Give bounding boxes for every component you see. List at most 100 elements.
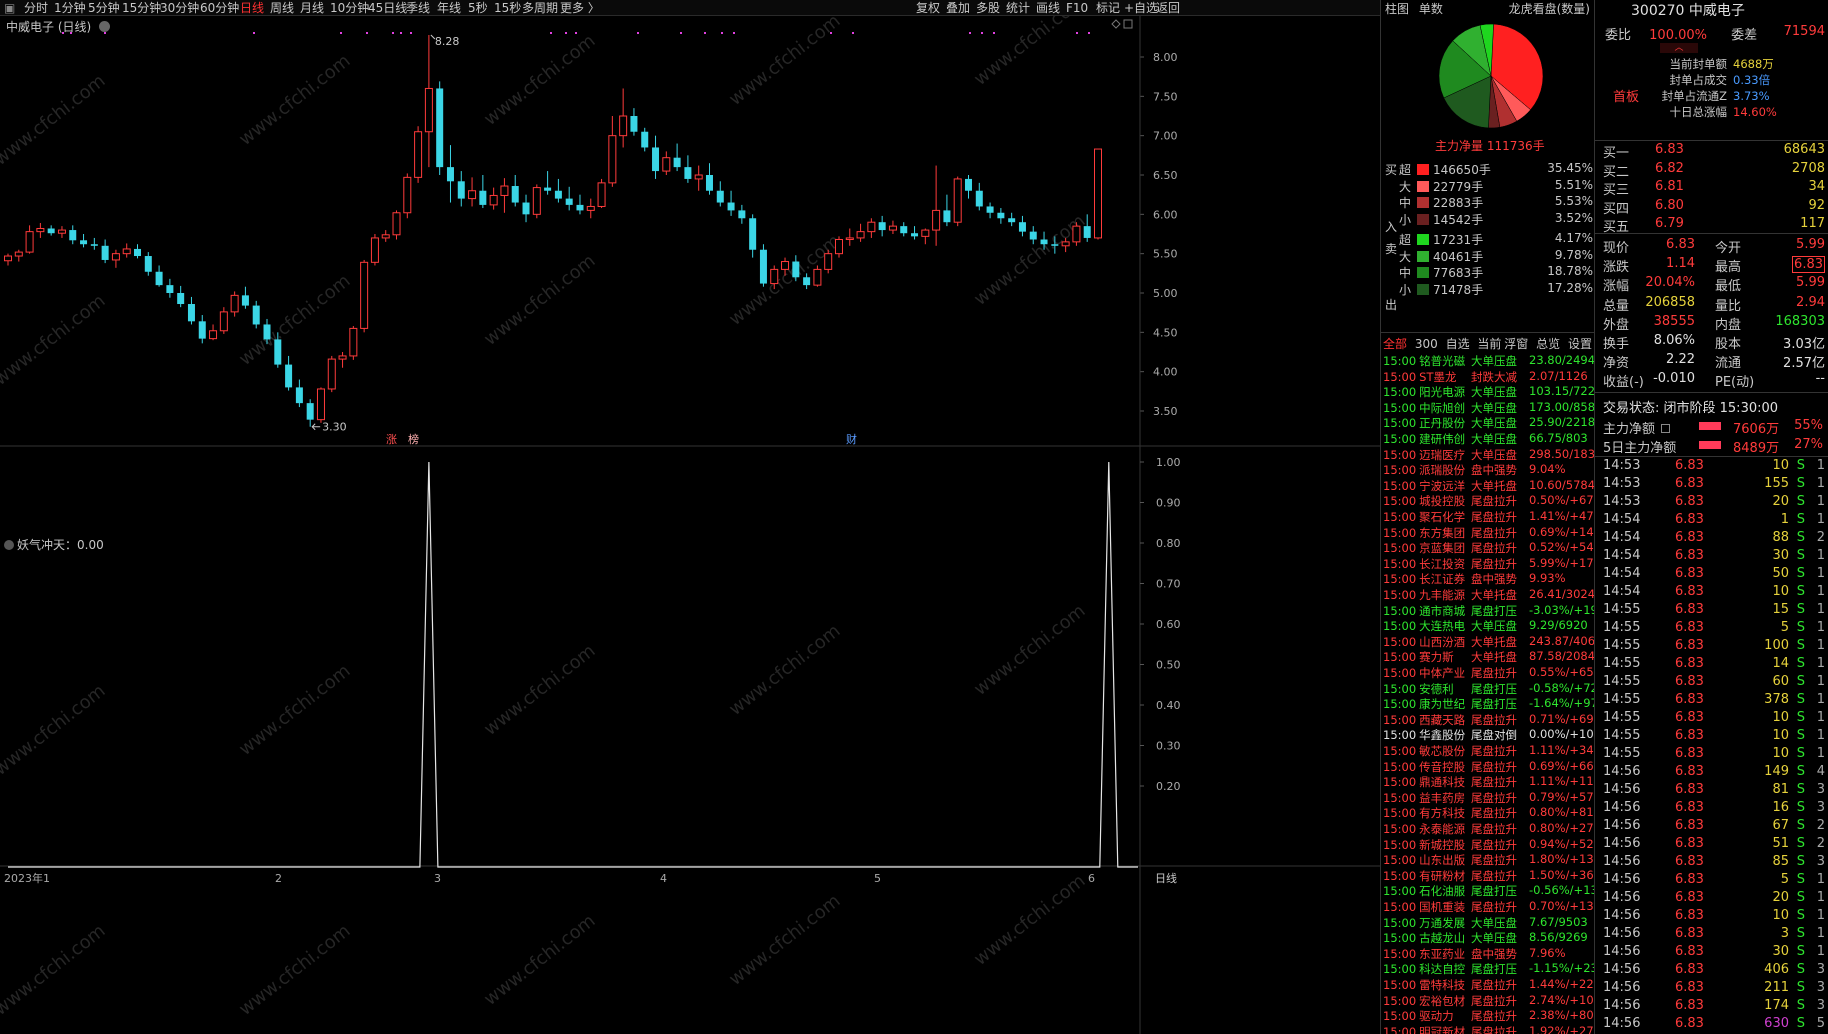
list-item[interactable]: 15:00 建研伟创 大单压盘 66.75/803 — [1383, 431, 1595, 447]
settings-circle-icon[interactable] — [99, 21, 111, 32]
toolbar-tool-7[interactable]: +自选 — [1124, 0, 1158, 16]
period-tab-11[interactable]: 季线 — [406, 0, 430, 16]
tab-current[interactable]: 当前 — [1477, 337, 1501, 351]
list-item[interactable]: 15:00 赛力斯 大单托盘 87.58/2084 — [1383, 649, 1595, 665]
float-window-button[interactable]: 浮窗 — [1504, 337, 1528, 351]
toolbar-tool-5[interactable]: F10 — [1066, 0, 1088, 16]
bid-row[interactable]: 买四 6.80 92 — [1603, 198, 1825, 217]
toolbar-tool-6[interactable]: 标记 — [1096, 0, 1120, 16]
tab-count[interactable]: 单数 — [1419, 2, 1443, 16]
period-tab-16[interactable]: 更多 〉 — [560, 0, 600, 16]
info-icon[interactable] — [1661, 424, 1671, 433]
list-item[interactable]: 15:00 九丰能源 大单托盘 26.41/3024 — [1383, 587, 1595, 603]
list-item[interactable]: 15:00 中体产业 尾盘拉升 0.55%/+657 — [1383, 665, 1595, 681]
kline-chart[interactable]: 8.00 7.50 7.00 6.50 6.00 5.50 5.00 4.50 4.00 3.50… — [0, 0, 1380, 1034]
bid-row[interactable]: 买三 6.81 34 — [1603, 179, 1825, 198]
list-item[interactable]: 15:00 正丹股份 大单压盘 25.90/2218 — [1383, 415, 1595, 431]
period-tab-5[interactable]: 60分钟 — [200, 0, 239, 16]
list-item[interactable]: 15:00 鼎通科技 尾盘拉升 1.11%/+114 — [1383, 774, 1595, 790]
list-item[interactable]: 15:00 古越龙山 大单压盘 8.56/9269 — [1383, 930, 1595, 946]
list-item[interactable]: 15:00 东亚药业 盘中强势 7.96% — [1383, 946, 1595, 962]
period-tab-0[interactable]: 分时 — [24, 0, 48, 16]
list-item[interactable]: 15:00 宏裕包材 尾盘拉升 2.74%/+100 — [1383, 993, 1595, 1009]
indicator-gear-icon[interactable] — [4, 540, 14, 550]
period-tab-9[interactable]: 10分钟 — [330, 0, 369, 16]
settings-button[interactable]: 设置 — [1568, 337, 1592, 351]
period-tab-13[interactable]: 5秒 — [468, 0, 488, 16]
list-item[interactable]: 15:00 派瑞股份 盘中强势 9.04% — [1383, 462, 1595, 478]
list-item[interactable]: 15:00 有方科技 尾盘拉升 0.80%/+812 — [1383, 805, 1595, 821]
list-item[interactable]: 15:00 聚石化学 尾盘拉升 1.41%/+475 — [1383, 509, 1595, 525]
list-item[interactable]: 15:00 京蓝集团 尾盘拉升 0.52%/+545 — [1383, 540, 1595, 556]
list-item[interactable]: 15:00 西藏天路 尾盘拉升 0.71%/+691 — [1383, 712, 1595, 728]
bid-row[interactable]: 买一 6.83 68643 — [1603, 142, 1825, 161]
period-tab-3[interactable]: 15分钟 — [122, 0, 161, 16]
window-menu-icon[interactable]: ▣ — [4, 0, 15, 16]
period-tab-4[interactable]: 30分钟 — [160, 0, 199, 16]
list-item[interactable]: 15:00 安德利 尾盘打压 -0.58%/+72 — [1383, 681, 1595, 697]
list-item[interactable]: 15:00 国机重装 尾盘拉升 0.70%/+130 — [1383, 899, 1595, 915]
tab-bar-chart[interactable]: 柱图 — [1385, 2, 1409, 16]
stat-label: PE(动) — [1715, 375, 1755, 391]
list-item[interactable]: 15:00 铭普光磁 大单压盘 23.80/2494 — [1383, 353, 1595, 369]
tab-watchlist[interactable]: 自选 — [1446, 337, 1470, 351]
list-item[interactable]: 15:00 山东出版 尾盘拉升 1.80%/+136 — [1383, 852, 1595, 868]
list-item[interactable]: 15:00 石化油服 尾盘打压 -0.56%/+13 — [1383, 883, 1595, 899]
list-item[interactable]: 15:00 ST墨龙 封跌大减 2.07/1126 — [1383, 369, 1595, 385]
list-item[interactable]: 15:00 驱动力 尾盘拉升 2.38%/+800 — [1383, 1008, 1595, 1024]
toolbar-tool-3[interactable]: 统计 — [1006, 0, 1030, 16]
list-item[interactable]: 15:00 科达自控 尾盘打压 -1.15%/+23 — [1383, 961, 1595, 977]
list-item[interactable]: 15:00 长江证券 盘中强势 9.93% — [1383, 571, 1595, 587]
tab-300[interactable]: 300 — [1415, 337, 1438, 351]
list-item[interactable]: 15:00 阳光电源 大单压盘 103.15/722 — [1383, 384, 1595, 400]
kline-chart-area[interactable]: 8.00 7.50 7.00 6.50 6.00 5.50 5.00 4.50 4.00 3.50… — [0, 0, 1380, 1034]
period-tab-1[interactable]: 1分钟 — [54, 0, 86, 16]
period-tab-2[interactable]: 5分钟 — [88, 0, 120, 16]
toolbar-tool-1[interactable]: 叠加 — [946, 0, 970, 16]
overview-button[interactable]: 总览 — [1536, 337, 1560, 351]
tick-price: 6.83 — [1675, 638, 1704, 653]
toolbar-tool-2[interactable]: 多股 — [976, 0, 1000, 16]
period-tab-7[interactable]: 周线 — [270, 0, 294, 16]
toolbar-tool-4[interactable]: 画线 — [1036, 0, 1060, 16]
event-marker-2[interactable]: 财 — [846, 432, 857, 446]
toolbar-tool-8[interactable]: 返回 — [1156, 0, 1180, 16]
list-item[interactable]: 15:00 新城控股 尾盘拉升 0.94%/+520 — [1383, 837, 1595, 853]
period-tab-6[interactable]: 日线 — [240, 0, 264, 16]
list-item[interactable]: 15:00 大连热电 大单压盘 9.29/6920 — [1383, 618, 1595, 634]
list-item[interactable]: 15:00 迈瑞医疗 大单压盘 298.50/183 — [1383, 447, 1595, 463]
list-item[interactable]: 15:00 有研粉材 尾盘拉升 1.50%/+365 — [1383, 868, 1595, 884]
period-tab-12[interactable]: 年线 — [437, 0, 461, 16]
list-item[interactable]: 15:00 益丰药房 尾盘拉升 0.79%/+574 — [1383, 790, 1595, 806]
period-tab-14[interactable]: 15秒 — [494, 0, 521, 16]
period-tab-8[interactable]: 月线 — [300, 0, 324, 16]
list-item[interactable]: 15:00 敏芯股份 尾盘拉升 1.11%/+340 — [1383, 743, 1595, 759]
list-item[interactable]: 15:00 山西汾酒 大单托盘 243.87/406 — [1383, 634, 1595, 650]
collapse-chevron-icon[interactable]: ︿ — [1660, 43, 1698, 53]
list-item[interactable]: 15:00 东方集团 尾盘拉升 0.69%/+143 — [1383, 525, 1595, 541]
list-item[interactable]: 15:00 永泰能源 尾盘拉升 0.80%/+279 — [1383, 821, 1595, 837]
fund-panel-title: 龙虎看盘(数量) — [1508, 2, 1590, 16]
list-item[interactable]: 15:00 雷特科技 尾盘拉升 1.44%/+223 — [1383, 977, 1595, 993]
list-item[interactable]: 15:00 宁波远洋 大单托盘 10.60/5784 — [1383, 478, 1595, 494]
event-marker-1[interactable]: 榜 — [408, 432, 419, 446]
tick-direction: S — [1796, 908, 1805, 923]
list-item[interactable]: 15:00 通市商城 尾盘打压 -3.03%/+19 — [1383, 603, 1595, 619]
tick-direction: S — [1796, 620, 1805, 635]
tab-all[interactable]: 全部 — [1383, 337, 1407, 351]
list-item[interactable]: 15:00 传音控股 尾盘拉升 0.69%/+662 — [1383, 759, 1595, 775]
list-item[interactable]: 15:00 明冠新材 尾盘拉升 1.92%/+27 — [1383, 1024, 1595, 1034]
period-tab-10[interactable]: 45日线 — [368, 0, 407, 16]
list-item[interactable]: 15:00 中际旭创 大单压盘 173.00/858 — [1383, 400, 1595, 416]
period-tab-15[interactable]: 多周期 — [522, 0, 558, 16]
toolbar-tool-0[interactable]: 复权 — [916, 0, 940, 16]
high-price-label: 8.28 — [435, 35, 460, 48]
bid-row[interactable]: 买五 6.79 117 — [1603, 216, 1825, 235]
event-marker-0[interactable]: 涨 — [386, 433, 397, 446]
list-item[interactable]: 15:00 康为世纪 尾盘打压 -1.64%/+97 — [1383, 696, 1595, 712]
list-item[interactable]: 15:00 长江投资 尾盘拉升 5.99%/+171 — [1383, 556, 1595, 572]
list-item[interactable]: 15:00 华鑫股份 尾盘对倒 0.00%/+102 — [1383, 727, 1595, 743]
bid-row[interactable]: 买二 6.82 2708 — [1603, 161, 1825, 180]
list-item[interactable]: 15:00 万通发展 大单压盘 7.67/9503 — [1383, 915, 1595, 931]
list-item[interactable]: 15:00 城投控股 尾盘拉升 0.50%/+676 — [1383, 493, 1595, 509]
